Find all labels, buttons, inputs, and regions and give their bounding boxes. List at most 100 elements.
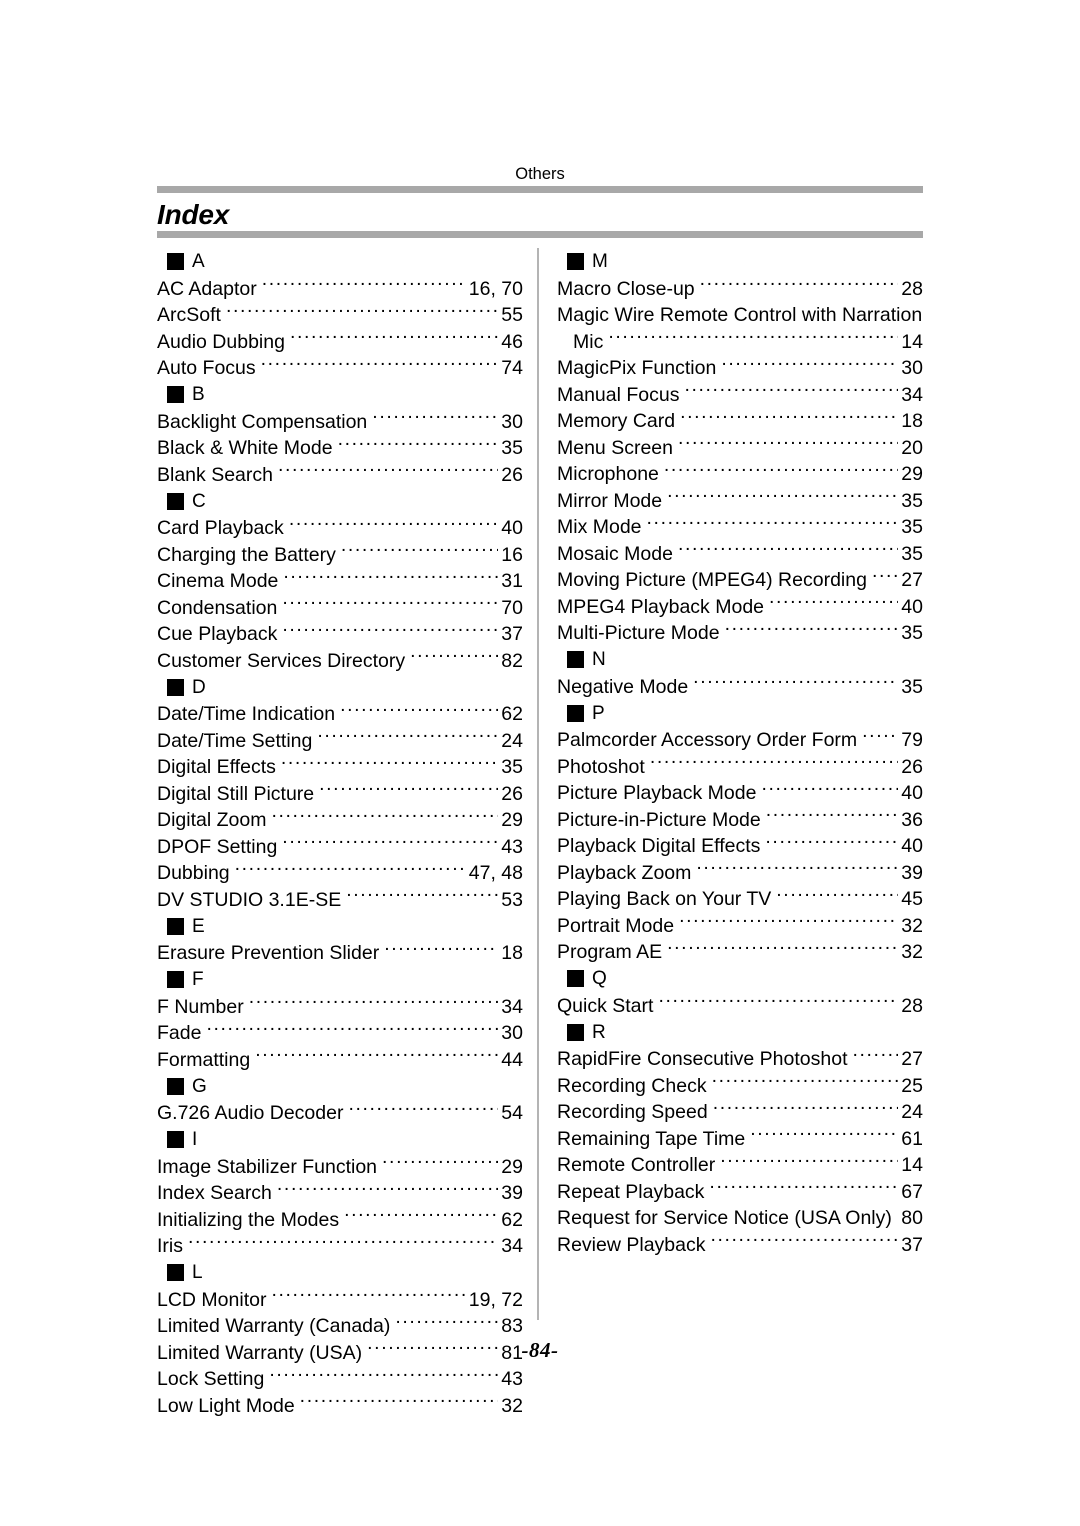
index-entry[interactable]: Lock Setting 43 bbox=[157, 1366, 523, 1393]
index-entry[interactable]: DPOF Setting 43 bbox=[157, 833, 523, 860]
index-entry[interactable]: Low Light Mode 32 bbox=[157, 1392, 523, 1419]
index-entry[interactable]: Moving Picture (MPEG4) Recording 27 bbox=[557, 567, 923, 594]
index-section-heading: R bbox=[557, 1019, 923, 1046]
index-entry-label: Program AE bbox=[557, 941, 663, 963]
index-entry-label: Portrait Mode bbox=[557, 914, 675, 937]
index-entry[interactable]: Limited Warranty (Canada) 83 bbox=[157, 1313, 523, 1340]
index-entry[interactable]: Picture-in-Picture Mode 36 bbox=[557, 806, 923, 833]
index-entry[interactable]: Manual Focus 34 bbox=[557, 381, 923, 408]
index-entry[interactable]: Remote Controller 14 bbox=[557, 1152, 923, 1179]
index-entry-label: Microphone bbox=[557, 463, 659, 485]
index-entry[interactable]: G.726 Audio Decoder 54 bbox=[157, 1100, 523, 1127]
dot-leader bbox=[235, 860, 466, 880]
index-entry[interactable]: Negative Mode 35 bbox=[557, 673, 923, 700]
index-entry[interactable]: Memory Card 18 bbox=[557, 408, 923, 435]
index-entry[interactable]: Card Playback 40 bbox=[157, 515, 523, 542]
index-entry[interactable]: DV STUDIO 3.1E-SE 53 bbox=[157, 886, 523, 913]
dot-leader bbox=[282, 621, 498, 641]
dot-leader bbox=[290, 328, 498, 348]
index-entry[interactable]: Iris 34 bbox=[157, 1233, 523, 1260]
dot-leader bbox=[206, 1020, 498, 1040]
index-entry[interactable]: Picture Playback Mode 40 bbox=[557, 780, 923, 807]
section-marker-icon bbox=[167, 492, 184, 510]
index-entry[interactable]: Menu Screen 20 bbox=[557, 434, 923, 461]
index-entry[interactable]: Digital Zoom 29 bbox=[157, 807, 523, 834]
index-section-heading: E bbox=[157, 913, 523, 940]
index-entry[interactable]: Mic 14 bbox=[557, 328, 923, 355]
dot-leader bbox=[262, 275, 466, 295]
index-entry[interactable]: Remaining Tape Time 61 bbox=[557, 1125, 923, 1152]
index-entry[interactable]: Cue Playback 37 bbox=[157, 621, 523, 648]
index-entry[interactable]: Blank Search 26 bbox=[157, 461, 523, 488]
index-entry[interactable]: Program AE 32 bbox=[557, 939, 923, 966]
index-entry-page-number: 28 bbox=[901, 994, 923, 1017]
index-entry[interactable]: Date/Time Indication 62 bbox=[157, 701, 523, 728]
index-entry[interactable]: Initializing the Modes 62 bbox=[157, 1206, 523, 1233]
index-entry[interactable]: Charging the Battery 16 bbox=[157, 541, 523, 568]
index-entry[interactable]: Repeat Playback 67 bbox=[557, 1178, 923, 1205]
dot-leader bbox=[271, 807, 498, 827]
index-entry[interactable]: MagicPix Function 30 bbox=[557, 355, 923, 382]
section-marker-icon bbox=[567, 970, 584, 987]
index-entry[interactable]: Recording Speed 24 bbox=[557, 1099, 923, 1126]
index-entry[interactable]: Audio Dubbing 46 bbox=[157, 328, 523, 355]
index-entry-label: Mirror Mode bbox=[557, 489, 663, 512]
index-entry[interactable]: Customer Services Directory 82 bbox=[157, 647, 523, 674]
index-entry-label: Dubbing bbox=[157, 862, 230, 884]
index-entry[interactable]: F Number 34 bbox=[157, 993, 523, 1020]
index-entry[interactable]: Index Search 39 bbox=[157, 1180, 523, 1207]
index-entry[interactable]: Request for Service Notice (USA Only) 80 bbox=[557, 1205, 923, 1232]
index-entry[interactable]: Digital Effects 35 bbox=[157, 754, 523, 781]
index-entry[interactable]: Fade 30 bbox=[157, 1020, 523, 1047]
dot-leader bbox=[341, 541, 498, 561]
index-entry[interactable]: Dubbing 47, 48 bbox=[157, 860, 523, 887]
index-entry[interactable]: Black & White Mode 35 bbox=[157, 435, 523, 462]
index-entry-label: Initializing the Modes bbox=[157, 1208, 340, 1231]
index-entry-wrapped-line[interactable]: Magic Wire Remote Control with Narration bbox=[557, 302, 923, 329]
index-entry[interactable]: Palmcorder Accessory Order Form 79 bbox=[557, 727, 923, 754]
index-entry[interactable]: Auto Focus 74 bbox=[157, 355, 523, 382]
index-entry-label: Playback Digital Effects bbox=[557, 835, 761, 857]
index-entry[interactable]: Cinema Mode 31 bbox=[157, 568, 523, 595]
index-entry[interactable]: Photoshot 26 bbox=[557, 753, 923, 780]
section-marker-icon bbox=[167, 253, 184, 270]
index-entry[interactable]: Playback Digital Effects 40 bbox=[557, 833, 923, 860]
index-entry[interactable]: Formatting 44 bbox=[157, 1046, 523, 1073]
index-entry-label: Charging the Battery bbox=[157, 543, 336, 566]
index-entry-label: Erasure Prevention Slider bbox=[157, 942, 380, 964]
index-entry[interactable]: Mix Mode 35 bbox=[557, 514, 923, 541]
index-entry[interactable]: Playing Back on Your TV 45 bbox=[557, 886, 923, 913]
dot-leader bbox=[679, 912, 898, 932]
index-entry[interactable]: Date/Time Setting 24 bbox=[157, 727, 523, 754]
index-entry[interactable]: Quick Start 28 bbox=[557, 992, 923, 1019]
index-entry[interactable]: Digital Still Picture 26 bbox=[157, 780, 523, 807]
index-entry[interactable]: Image Stabilizer Function 29 bbox=[157, 1153, 523, 1180]
dot-leader bbox=[696, 859, 898, 879]
index-entry[interactable]: Erasure Prevention Slider 18 bbox=[157, 940, 523, 967]
index-entry-label: Remote Controller bbox=[557, 1154, 716, 1176]
index-entry[interactable]: Microphone 29 bbox=[557, 461, 923, 488]
index-entry[interactable]: Multi-Picture Mode 35 bbox=[557, 620, 923, 647]
index-entry[interactable]: Recording Check 25 bbox=[557, 1072, 923, 1099]
index-entry[interactable]: Mirror Mode 35 bbox=[557, 487, 923, 514]
index-entry[interactable]: Playback Zoom 39 bbox=[557, 859, 923, 886]
index-entry[interactable]: Mosaic Mode 35 bbox=[557, 540, 923, 567]
dot-leader bbox=[647, 514, 899, 534]
index-entry[interactable]: Review Playback 37 bbox=[557, 1231, 923, 1258]
index-entry[interactable]: ArcSoft 55 bbox=[157, 302, 523, 329]
index-entry[interactable]: Backlight Compensation 30 bbox=[157, 408, 523, 435]
section-letter: N bbox=[592, 649, 606, 670]
index-entry[interactable]: LCD Monitor 19, 72 bbox=[157, 1286, 523, 1313]
index-entry[interactable]: RapidFire Consecutive Photoshot 27 bbox=[557, 1046, 923, 1073]
index-entry[interactable]: AC Adaptor 16, 70 bbox=[157, 275, 523, 302]
dot-leader bbox=[664, 461, 898, 481]
index-entry[interactable]: Macro Close-up 28 bbox=[557, 275, 923, 302]
dot-leader bbox=[348, 1100, 498, 1120]
section-marker-icon bbox=[567, 651, 584, 668]
index-entry[interactable]: MPEG4 Playback Mode 40 bbox=[557, 593, 923, 620]
index-entry[interactable]: Condensation 70 bbox=[157, 594, 523, 621]
index-entry[interactable]: Portrait Mode 32 bbox=[557, 912, 923, 939]
dot-leader bbox=[709, 1178, 898, 1198]
index-entry-label: Quick Start bbox=[557, 994, 654, 1017]
index-entry-label: Menu Screen bbox=[557, 436, 673, 459]
